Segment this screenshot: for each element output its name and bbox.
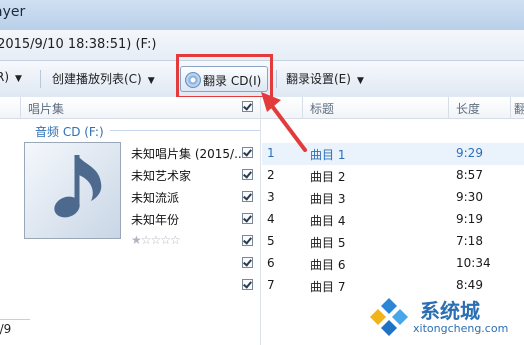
- toolbar-divider: [276, 70, 277, 88]
- track-length: 8:49: [456, 278, 483, 292]
- column-extra[interactable]: 翻: [514, 100, 524, 117]
- track-length: 9:29: [456, 146, 483, 160]
- track-number: 6: [267, 256, 275, 270]
- track-number: 7: [267, 278, 275, 292]
- track-checkbox[interactable]: [242, 169, 253, 180]
- track-number: 4: [267, 212, 275, 226]
- track-title: 曲目 7: [310, 280, 346, 294]
- bottom-date-text: 5/9: [0, 322, 12, 336]
- track-checkbox[interactable]: [242, 279, 253, 290]
- track-row[interactable]: 6 曲目 6 10:34: [262, 253, 524, 275]
- album-year: 未知年份: [131, 213, 180, 227]
- column-divider: [510, 97, 511, 118]
- window-title: ayer: [0, 4, 26, 20]
- album-artist: 未知艺术家: [131, 169, 192, 183]
- select-all-checkbox[interactable]: [242, 101, 253, 112]
- track-checkbox[interactable]: [242, 147, 253, 158]
- album-genre: 未知流派: [131, 191, 180, 205]
- track-row[interactable]: 7 曲目 7 8:49: [262, 275, 524, 297]
- track-length: 9:19: [456, 212, 483, 226]
- track-checkbox[interactable]: [242, 235, 253, 246]
- track-title: 曲目 2: [310, 170, 346, 184]
- track-checkbox[interactable]: [242, 213, 253, 224]
- track-row[interactable]: 2 曲目 2 8:57: [262, 165, 524, 187]
- track-title: 曲目 1: [310, 148, 346, 162]
- track-number: 5: [267, 234, 275, 248]
- track-length: 10:34: [456, 256, 491, 270]
- music-note-icon: [54, 155, 102, 218]
- chevron-down-icon: ▼: [147, 76, 155, 86]
- watermark-logo-icon: [370, 298, 408, 336]
- group-rule: [110, 130, 260, 131]
- disc-info: (2015/9/10 18:38:51) (F:): [0, 37, 157, 52]
- column-length[interactable]: 长度: [456, 100, 480, 117]
- track-title: 曲目 3: [310, 192, 346, 206]
- column-divider: [20, 97, 21, 118]
- rip-settings-label: 翻录设置(E): [286, 72, 351, 86]
- annotation-arrow: [261, 92, 307, 152]
- title-bar: ayer: [0, 0, 524, 31]
- track-row[interactable]: 4 曲目 4 9:19: [262, 209, 524, 231]
- bottom-date-fragment: 5/9: [0, 319, 30, 340]
- toolbar-menu-partial[interactable]: R) ▼: [0, 70, 22, 84]
- chevron-down-icon: ▼: [356, 76, 364, 86]
- track-length: 9:30: [456, 190, 483, 204]
- album-name: 未知唱片集 (2015/...: [131, 147, 246, 161]
- track-length: 7:18: [456, 234, 483, 248]
- watermark-brand: 系统城: [420, 299, 480, 323]
- track-number: 2: [267, 168, 275, 182]
- track-checkbox[interactable]: [242, 257, 253, 268]
- track-title: 曲目 6: [310, 258, 346, 272]
- rating-stars[interactable]: ★☆☆☆☆: [131, 233, 181, 247]
- toolbar-menu-partial-label: R): [0, 70, 10, 84]
- track-length: 8:57: [456, 168, 483, 182]
- track-row[interactable]: 3 曲目 3 9:30: [262, 187, 524, 209]
- album-art[interactable]: [24, 142, 121, 239]
- column-divider: [448, 97, 449, 118]
- create-playlist-button[interactable]: 创建播放列表(C) ▼: [52, 70, 155, 87]
- watermark-url: xitongcheng.com: [413, 322, 509, 335]
- create-playlist-label: 创建播放列表(C): [52, 72, 142, 86]
- rip-settings-button[interactable]: 翻录设置(E) ▼: [286, 70, 364, 87]
- track-title: 曲目 4: [310, 214, 346, 228]
- chevron-down-icon: ▼: [15, 74, 22, 84]
- toolbar-divider: [40, 70, 41, 88]
- track-checkbox[interactable]: [242, 191, 253, 202]
- track-title: 曲目 5: [310, 236, 346, 250]
- track-number: 3: [267, 190, 275, 204]
- column-album[interactable]: 唱片集: [28, 100, 64, 117]
- track-row[interactable]: 5 曲目 5 7:18: [262, 231, 524, 253]
- cd-group-header: 音频 CD (F:): [35, 125, 104, 139]
